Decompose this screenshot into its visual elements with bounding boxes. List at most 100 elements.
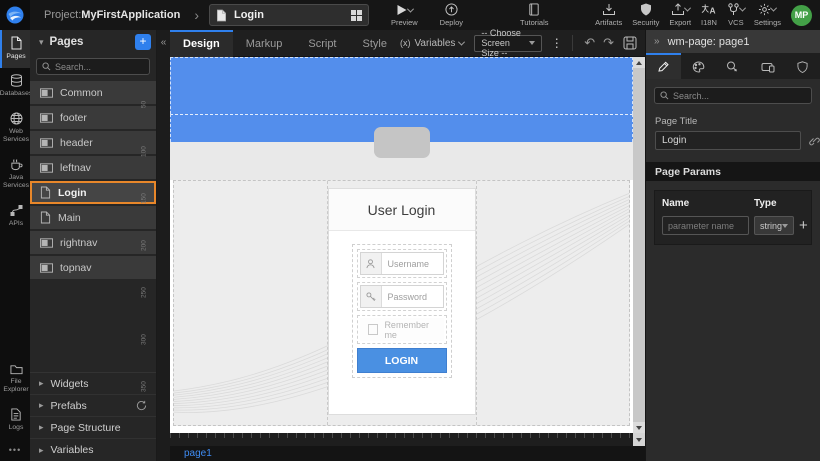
logo-placeholder[interactable] [374,127,430,158]
deploy-button[interactable]: Deploy [440,3,463,27]
add-param-button[interactable]: + [799,218,808,233]
section-page-structure[interactable]: ▸ Page Structure [30,417,156,439]
canvas-toolbar: Design Markup Script Style (x) Variables… [170,30,645,57]
collapse-left-panel-button[interactable]: « [161,30,167,57]
artifacts-button[interactable]: Artifacts [595,3,622,27]
page-item-topnav[interactable]: topnav [30,256,156,279]
tab-events[interactable] [716,53,751,79]
page-icon [40,186,51,199]
tab-security[interactable] [785,53,820,79]
variables-dropdown[interactable]: (x) Variables [400,38,464,49]
param-name-input[interactable] [662,216,749,235]
design-canvas[interactable]: User Login [170,57,633,433]
canvas-left-gutter: « 50 100 150 200 250 300 350 [157,30,170,461]
undo-button[interactable]: ↶ [584,35,595,51]
security-button[interactable]: Security [632,3,659,27]
device-icon [761,62,775,73]
bind-link-icon[interactable] [808,135,820,147]
scroll-right-button[interactable] [633,433,645,446]
properties-search-input[interactable] [673,91,806,101]
collapse-right-panel-button[interactable]: » [654,36,660,47]
user-avatar[interactable]: MP [791,5,812,26]
page-subheader[interactable] [170,142,633,180]
sidebar-item-logs[interactable]: Logs [0,402,30,439]
canvas-vertical-scrollbar[interactable] [633,57,645,433]
wavemaker-logo[interactable] [0,0,30,30]
page-item-header[interactable]: header [30,131,156,154]
login-button[interactable]: LOGIN [357,348,447,373]
properties-tabs [646,53,820,79]
page-title-input[interactable] [655,131,801,150]
sidebar-item-databases[interactable]: Databases [0,68,30,105]
section-prefabs[interactable]: ▸ Prefabs [30,395,156,417]
tab-devices[interactable] [750,53,785,79]
settings-button[interactable]: Settings [754,3,781,27]
section-widgets[interactable]: ▸ Widgets [30,373,156,395]
shield-outline-icon [797,61,808,73]
scroll-down-button[interactable] [633,422,645,433]
sidebar-item-apis[interactable]: APIs [0,198,30,235]
section-variables[interactable]: ▸ Variables [30,439,156,461]
tutorials-button[interactable]: Tutorials [520,3,548,27]
more-options-button[interactable]: ••• [0,439,30,461]
tab-design[interactable]: Design [170,30,233,57]
vcs-button[interactable]: VCS [727,3,745,27]
page-item-rightnav[interactable]: rightnav [30,231,156,254]
tab-style[interactable]: Style [350,30,400,57]
pages-collapse-caret[interactable]: ▾ [39,37,44,48]
select-caret-icon [529,41,535,45]
canvas-more-menu[interactable]: ⋮ [551,36,563,50]
page-params-table: Name Type string + [654,190,812,245]
pages-search-input[interactable] [55,62,144,72]
refresh-icon[interactable] [136,400,147,411]
save-button[interactable] [623,36,637,50]
sidebar-item-pages[interactable]: Pages [0,30,30,68]
vertical-ruler: 50 100 150 200 250 300 350 [158,57,170,410]
add-page-button[interactable]: + [135,34,151,50]
book-icon [528,3,540,16]
save-icon [623,36,637,50]
page-item-main[interactable]: Main [30,206,156,229]
user-icon [361,253,382,274]
preview-button[interactable]: Preview [391,4,418,27]
tab-styles[interactable] [681,53,716,79]
fx-icon: (x) [400,38,411,48]
password-field[interactable]: Password [360,285,444,308]
tab-markup[interactable]: Markup [233,30,296,57]
page-item-login-selected[interactable]: Login [30,181,156,204]
pages-panel: ▾ Pages + Common footer header [30,30,157,461]
tab-properties[interactable] [646,53,681,79]
remember-checkbox[interactable] [368,324,379,335]
i18n-button[interactable]: A I18N [701,3,717,27]
login-form[interactable]: Username [352,244,452,378]
page-item-footer[interactable]: footer [30,106,156,129]
properties-search [654,87,812,104]
pages-panel-title: Pages [50,36,129,48]
canvas-statusbar: page1 [170,446,645,461]
redo-button[interactable]: ↷ [603,35,614,51]
param-type-select[interactable]: string [754,216,794,235]
screen-size-select[interactable]: -- Choose Screen Size -- [474,35,541,52]
palette-icon [692,61,705,73]
page-params-header: Page Params [646,162,820,181]
login-card[interactable]: User Login [328,188,476,415]
panel-sections: ▸ Widgets ▸ Prefabs ▸ Page Structure ▸ V… [30,372,156,461]
sidebar-item-web-services[interactable]: Web Services [0,106,30,152]
play-icon [395,4,413,16]
search-icon [42,62,51,71]
open-page-tab[interactable]: Login [209,4,369,26]
scroll-up-button[interactable] [633,57,645,68]
active-page-link[interactable]: page1 [184,448,212,459]
username-field[interactable]: Username [360,252,444,275]
sidebar-item-file-explorer[interactable]: File Explorer [0,358,30,402]
page-item-leftnav[interactable]: leftnav [30,156,156,179]
wavemaker-logo-icon [5,5,25,25]
page-item-common[interactable]: Common [30,81,156,104]
project-name: MyFirstApplication [81,9,180,21]
page-content-area[interactable]: User Login [173,180,630,426]
export-button[interactable]: Export [669,3,691,27]
sidebar-item-java-services[interactable]: Java Services [0,152,30,198]
folder-icon [10,364,23,375]
grid-icon[interactable] [351,10,362,21]
tab-script[interactable]: Script [295,30,349,57]
